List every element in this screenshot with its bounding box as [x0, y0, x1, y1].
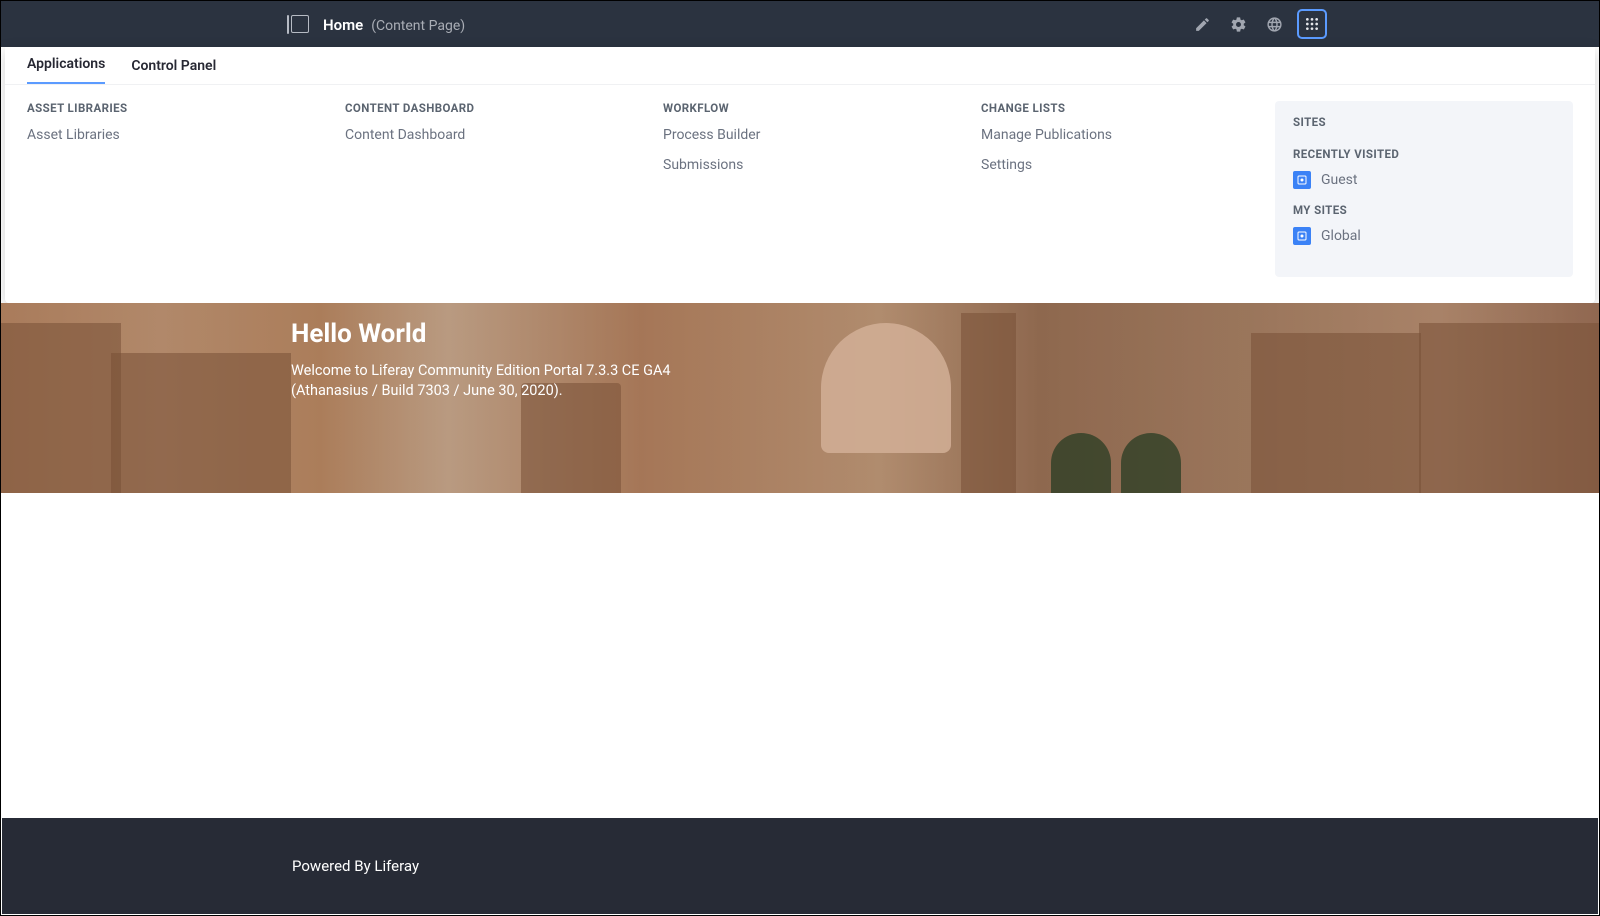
recently-visited-heading: RECENTLY VISITED: [1293, 147, 1555, 161]
hero-banner: Hello World Welcome to Liferay Community…: [1, 303, 1599, 493]
site-item-guest[interactable]: Guest: [1293, 171, 1555, 189]
site-label: Global: [1321, 228, 1361, 244]
tab-control-panel[interactable]: Control Panel: [131, 58, 216, 84]
link-asset-libraries[interactable]: Asset Libraries: [27, 127, 329, 143]
pencil-icon[interactable]: [1189, 11, 1215, 37]
link-content-dashboard[interactable]: Content Dashboard: [345, 127, 647, 143]
footer: Powered By Liferay: [2, 818, 1598, 914]
app-grid-button[interactable]: [1297, 9, 1327, 39]
col-heading: CONTENT DASHBOARD: [345, 101, 647, 115]
footer-text: Powered By Liferay: [2, 857, 419, 875]
site-icon: [1293, 171, 1311, 189]
col-heading: CHANGE LISTS: [981, 101, 1255, 115]
site-item-global[interactable]: Global: [1293, 227, 1555, 245]
page-title-main: Home: [323, 16, 363, 34]
gear-icon[interactable]: [1225, 11, 1251, 37]
link-process-builder[interactable]: Process Builder: [663, 127, 965, 143]
hero-line1: Welcome to Liferay Community Edition Por…: [291, 362, 671, 379]
site-icon: [1293, 227, 1311, 245]
tab-applications[interactable]: Applications: [27, 56, 105, 84]
col-heading: WORKFLOW: [663, 101, 965, 115]
col-workflow: WORKFLOW Process Builder Submissions: [663, 101, 981, 277]
top-bar: Home (Content Page): [1, 1, 1599, 47]
link-submissions[interactable]: Submissions: [663, 157, 965, 173]
globe-icon[interactable]: [1261, 11, 1287, 37]
col-heading: ASSET LIBRARIES: [27, 101, 329, 115]
col-asset-libraries: ASSET LIBRARIES Asset Libraries: [27, 101, 345, 277]
site-label: Guest: [1321, 172, 1357, 188]
hero-title: Hello World: [291, 319, 1599, 349]
hero-line2: (Athanasius / Build 7303 / June 30, 2020…: [291, 382, 563, 399]
page-title: Home (Content Page): [323, 15, 465, 34]
link-settings[interactable]: Settings: [981, 157, 1255, 173]
my-sites-heading: MY SITES: [1293, 203, 1555, 217]
panel-toggle-icon[interactable]: [291, 15, 309, 33]
panel-tabs: Applications Control Panel: [5, 47, 1595, 85]
col-sites: SITES RECENTLY VISITED Guest MY SITES Gl…: [1275, 101, 1573, 277]
col-change-lists: CHANGE LISTS Manage Publications Setting…: [981, 101, 1271, 277]
sites-heading: SITES: [1293, 115, 1555, 129]
col-content-dashboard: CONTENT DASHBOARD Content Dashboard: [345, 101, 663, 277]
hero-welcome: Welcome to Liferay Community Edition Por…: [291, 361, 851, 402]
global-menu-panel: Applications Control Panel ASSET LIBRARI…: [5, 47, 1595, 303]
link-manage-publications[interactable]: Manage Publications: [981, 127, 1255, 143]
page-title-sub: (Content Page): [371, 18, 465, 34]
